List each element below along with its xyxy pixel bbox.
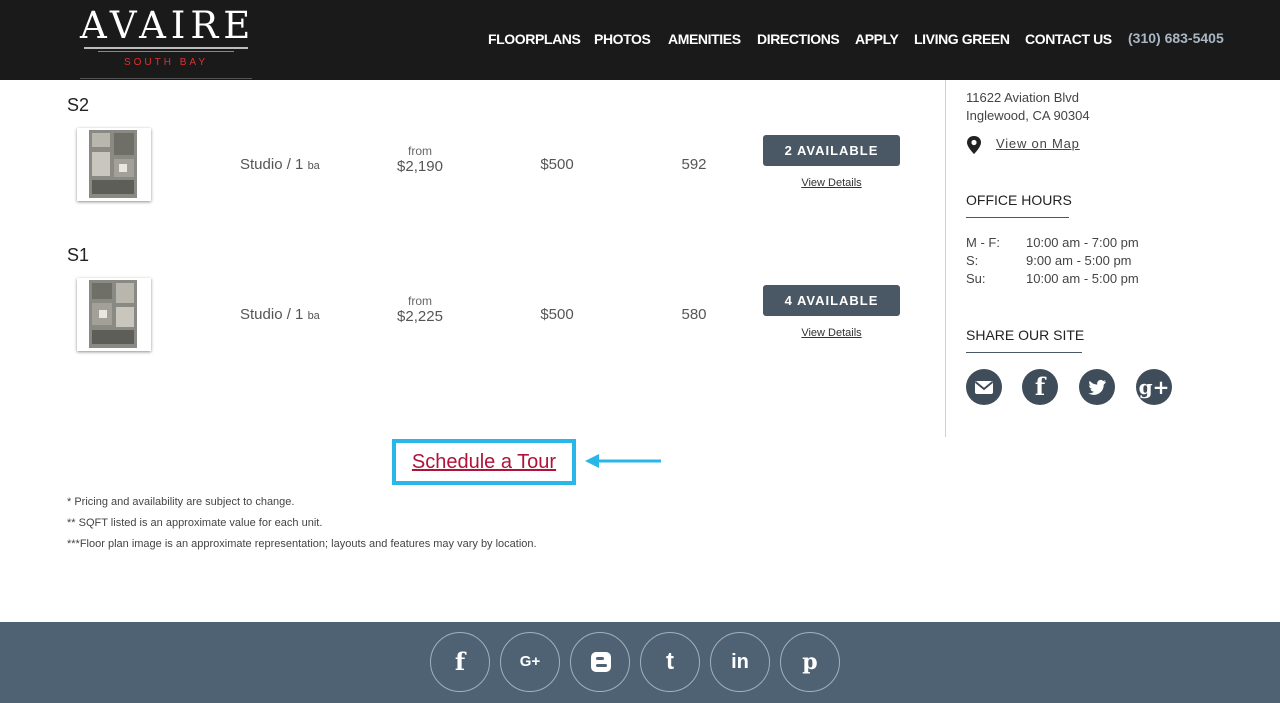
tumblr-icon[interactable]: t: [640, 632, 700, 692]
rent-price: $2,225: [397, 308, 443, 325]
arrow-left-icon: [585, 454, 661, 468]
sidebar-divider: [945, 80, 946, 437]
rent-price: $2,190: [397, 158, 443, 175]
hours-day: S:: [966, 253, 979, 268]
floorplan-note: ***Floor plan image is an approximate re…: [67, 538, 537, 550]
sqft-value: 592: [681, 156, 707, 173]
logo-rule: [84, 47, 248, 49]
sqft-value: 580: [681, 306, 707, 323]
availability-button[interactable]: 4 AVAILABLE: [763, 285, 900, 316]
google-plus-glyph: g+: [1138, 375, 1170, 399]
facebook-icon[interactable]: f: [430, 632, 490, 692]
map-pin-icon: [967, 136, 981, 154]
deposit-value: $500: [540, 306, 574, 323]
logo[interactable]: AVAIRE SOUTH BAY: [80, 6, 252, 80]
share-heading: SHARE OUR SITE: [966, 327, 1085, 343]
floorplan-name: S1: [67, 245, 90, 265]
twitter-glyph: [1088, 379, 1106, 395]
hours-time: 10:00 am - 7:00 pm: [1026, 235, 1139, 250]
pricing-note: * Pricing and availability are subject t…: [67, 496, 295, 508]
site-footer: f G+ t in p: [0, 622, 1280, 703]
unit-type-main: Studio / 1: [240, 306, 304, 323]
view-details-link[interactable]: View Details: [763, 327, 900, 339]
nav-living-green[interactable]: LIVING GREEN: [914, 31, 1010, 47]
logo-underline: [80, 78, 252, 79]
nav-contact-us[interactable]: CONTACT US: [1025, 31, 1112, 47]
google-plus-icon[interactable]: g+: [1136, 369, 1172, 405]
facebook-icon[interactable]: f: [1022, 369, 1058, 405]
nav-directions[interactable]: DIRECTIONS: [757, 31, 840, 47]
nav-apply[interactable]: APPLY: [855, 31, 899, 47]
unit-type-bath: ba: [307, 310, 320, 322]
deposit-value: $500: [540, 156, 574, 173]
address-line-2: Inglewood, CA 90304: [966, 108, 1090, 123]
google-plus-icon[interactable]: G+: [500, 632, 560, 692]
email-icon[interactable]: [966, 369, 1002, 405]
blogger-glyph: [591, 652, 611, 672]
floorplan-image: [89, 280, 137, 348]
nav-floorplans[interactable]: FLOORPLANS: [488, 31, 581, 47]
schedule-tour-link[interactable]: Schedule a Tour: [396, 451, 572, 474]
hours-time: 10:00 am - 5:00 pm: [1026, 271, 1139, 286]
availability-button[interactable]: 2 AVAILABLE: [763, 135, 900, 166]
blogger-icon[interactable]: [570, 632, 630, 692]
floorplan-thumbnail[interactable]: [77, 278, 151, 351]
from-label: from: [408, 294, 432, 308]
unit-type-bath: ba: [307, 160, 320, 172]
site-header: AVAIRE SOUTH BAY FLOORPLANS PHOTOS AMENI…: [0, 0, 1280, 80]
schedule-tour-highlight: Schedule a Tour: [392, 439, 576, 485]
nav-photos[interactable]: PHOTOS: [594, 31, 651, 47]
unit-type: Studio / 1 ba: [240, 306, 320, 323]
view-on-map-link[interactable]: View on Map: [996, 136, 1080, 151]
office-hours-heading: OFFICE HOURS: [966, 192, 1072, 208]
floorplan-name: S2: [67, 95, 90, 115]
logo-rule-thin: [98, 51, 234, 52]
linkedin-icon[interactable]: in: [710, 632, 770, 692]
logo-wordmark: AVAIRE: [80, 4, 256, 47]
twitter-icon[interactable]: [1079, 369, 1115, 405]
rent-cell: from $2,225: [380, 294, 460, 325]
from-label: from: [408, 144, 432, 158]
nav-amenities[interactable]: AMENITIES: [668, 31, 741, 47]
unit-type-main: Studio / 1: [240, 156, 304, 173]
address-line-1: 11622 Aviation Blvd: [966, 90, 1079, 105]
unit-type: Studio / 1 ba: [240, 156, 320, 173]
hours-time: 9:00 am - 5:00 pm: [1026, 253, 1132, 268]
floorplan-thumbnail[interactable]: [77, 128, 151, 201]
email-icon-glyph: [974, 381, 994, 394]
floorplan-image: [89, 130, 137, 198]
phone-number[interactable]: (310) 683-5405: [1128, 30, 1224, 46]
sqft-note: ** SQFT listed is an approximate value f…: [67, 517, 323, 529]
facebook-glyph: f: [1034, 372, 1046, 401]
pinterest-icon[interactable]: p: [780, 632, 840, 692]
office-hours-rule: [966, 217, 1069, 218]
hours-day: M - F:: [966, 235, 1000, 250]
rent-cell: from $2,190: [380, 144, 460, 175]
view-details-link[interactable]: View Details: [763, 177, 900, 189]
hours-day: Su:: [966, 271, 986, 286]
share-rule: [966, 352, 1082, 353]
logo-tagline: SOUTH BAY: [123, 57, 209, 68]
